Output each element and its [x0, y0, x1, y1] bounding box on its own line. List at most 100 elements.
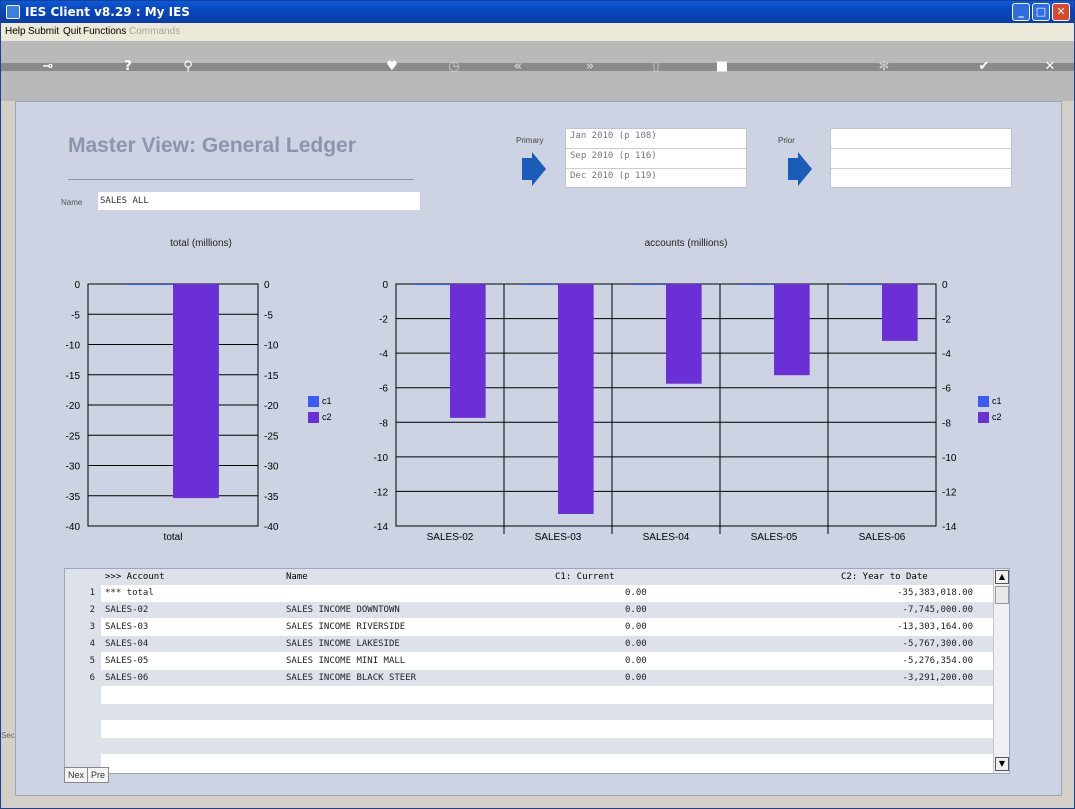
prior-period-3[interactable]: [831, 169, 1011, 189]
table-row[interactable]: [65, 721, 993, 737]
y-tick-label-left: -10: [374, 453, 389, 464]
prev-button[interactable]: Pre: [87, 767, 110, 783]
prior-arrow-icon[interactable]: [788, 152, 812, 186]
scroll-down-icon[interactable]: ▼: [995, 757, 1009, 771]
header-c2[interactable]: C2: Year to Date: [841, 572, 928, 582]
cell-c1: 0.00: [625, 639, 647, 649]
cell-c1: 0.00: [625, 588, 647, 598]
check-icon[interactable]: ✔: [975, 59, 993, 75]
menu-functions[interactable]: Functions: [83, 26, 126, 37]
cell-c2: -13,303,164.00: [897, 622, 973, 632]
table-row[interactable]: 3 SALES-03 SALES INCOME RIVERSIDE 0.00 -13,3…: [65, 619, 993, 635]
app-window: IES Client v8.29 : My IES _ □ ✕ Help Sub…: [0, 0, 1075, 809]
bar-c2: [774, 284, 810, 376]
cell-c1: 0.00: [625, 656, 647, 666]
menu-help[interactable]: Help: [5, 26, 26, 37]
table-row[interactable]: 6 SALES-06 SALES INCOME BLACK STEER 0.00 -3,…: [65, 670, 993, 686]
legend-c2-swatch: [308, 412, 319, 424]
maximize-icon[interactable]: □: [1032, 3, 1050, 21]
scroll-up-icon[interactable]: ▲: [995, 570, 1009, 584]
y-tick-label-right: 0: [942, 280, 948, 291]
cell-name: SALES INCOME MINI MALL: [286, 656, 406, 666]
row-number: 3: [89, 622, 95, 632]
accounts-table: >>> Account Name C1: Current C2: Year to…: [64, 568, 1010, 774]
y-tick-label-left: -4: [379, 349, 388, 360]
cell-account: SALES-05: [105, 656, 149, 666]
title-divider: [68, 179, 414, 180]
x-tick-label: SALES-05: [751, 532, 798, 543]
header-account[interactable]: >>> Account: [105, 572, 165, 582]
name-field[interactable]: SALES ALL: [98, 192, 420, 210]
y-tick-label-right: -25: [264, 431, 279, 442]
y-tick-label-left: -14: [374, 522, 389, 533]
cancel-icon[interactable]: ✕: [1041, 59, 1059, 75]
close-icon[interactable]: ✕: [1052, 3, 1070, 21]
heart-icon[interactable]: ♥: [383, 59, 401, 75]
table-row[interactable]: 1 *** total 0.00 -35,383,018.00: [65, 585, 993, 601]
legend-c2: c2: [978, 412, 1002, 428]
app-icon: [6, 5, 20, 19]
table-row[interactable]: [65, 755, 993, 771]
primary-label: Primary: [516, 136, 544, 145]
primary-period-box: Jan 2010 (p 108) Sep 2010 (p 116) Dec 20…: [565, 128, 747, 188]
y-tick-label-left: -6: [379, 384, 388, 395]
table-row[interactable]: 2 SALES-02 SALES INCOME DOWNTOWN 0.00 -7,745…: [65, 602, 993, 618]
y-tick-label-left: -8: [379, 418, 388, 429]
primary-period-3[interactable]: Dec 2010 (p 119): [566, 169, 746, 189]
rewind-icon[interactable]: «: [509, 59, 527, 75]
gear-icon[interactable]: ✻: [875, 59, 893, 75]
title-bar: IES Client v8.29 : My IES _ □ ✕: [1, 1, 1074, 23]
scroll-thumb[interactable]: [995, 586, 1009, 604]
cell-name: SALES INCOME DOWNTOWN: [286, 605, 400, 615]
y-tick-label-left: -12: [374, 487, 389, 498]
menu-submit[interactable]: Submit: [28, 26, 59, 37]
total-chart-title: total (millions): [170, 238, 232, 249]
menu-commands[interactable]: Commands: [129, 26, 180, 37]
table-scrollbar[interactable]: ▲ ▼: [993, 569, 1009, 773]
table-row[interactable]: 5 SALES-05 SALES INCOME MINI MALL 0.00 -5,27…: [65, 653, 993, 669]
y-tick-label-left: -25: [66, 431, 81, 442]
header-name[interactable]: Name: [286, 572, 308, 582]
search-icon[interactable]: ⚲: [179, 59, 197, 75]
next-button[interactable]: Nex: [64, 767, 89, 783]
cell-c2: -5,276,354.00: [902, 656, 973, 666]
total-chart-legend: c1 c2: [308, 396, 332, 428]
table-row[interactable]: [65, 704, 993, 720]
y-tick-label-left: 0: [382, 280, 388, 291]
menu-quit[interactable]: Quit: [63, 26, 81, 37]
y-tick-label-left: -2: [379, 315, 388, 326]
bookmark-icon[interactable]: ▯: [647, 59, 665, 75]
cell-c2: -35,383,018.00: [897, 588, 973, 598]
table-row[interactable]: 4 SALES-04 SALES INCOME LAKESIDE 0.00 -5,767…: [65, 636, 993, 652]
bar-c1: [414, 284, 450, 285]
key-icon[interactable]: ⊸: [33, 59, 63, 75]
primary-period-1[interactable]: Jan 2010 (p 108): [566, 129, 746, 149]
forward-icon[interactable]: »: [581, 59, 599, 75]
y-tick-label-right: -2: [942, 315, 951, 326]
table-header: >>> Account Name C1: Current C2: Year to…: [65, 569, 993, 585]
primary-period-2[interactable]: Sep 2010 (p 116): [566, 149, 746, 169]
y-tick-label-right: -8: [942, 418, 951, 429]
row-number: 4: [89, 639, 95, 649]
prior-period-1[interactable]: [831, 129, 1011, 149]
y-tick-label-right: -5: [264, 310, 273, 321]
primary-arrow-icon[interactable]: [522, 152, 546, 186]
prior-period-2[interactable]: [831, 149, 1011, 169]
y-tick-label-left: -40: [66, 522, 81, 533]
minimize-icon[interactable]: _: [1012, 3, 1030, 21]
y-tick-label-right: 0: [264, 280, 270, 291]
side-label: Sec: [1, 731, 15, 740]
help-icon[interactable]: ?: [119, 59, 137, 75]
prior-period-box: [830, 128, 1012, 188]
x-tick-label: SALES-02: [427, 532, 474, 543]
stop-icon[interactable]: ■: [713, 59, 731, 75]
cell-account: SALES-04: [105, 639, 149, 649]
legend-c1-swatch: [978, 396, 989, 408]
header-c1[interactable]: C1: Current: [555, 572, 615, 582]
table-row[interactable]: [65, 687, 993, 703]
row-number: 5: [89, 656, 95, 666]
bar-c2: [666, 284, 702, 384]
cell-account: SALES-06: [105, 673, 149, 683]
clock-icon[interactable]: ◷: [445, 59, 463, 75]
table-row[interactable]: [65, 738, 993, 754]
